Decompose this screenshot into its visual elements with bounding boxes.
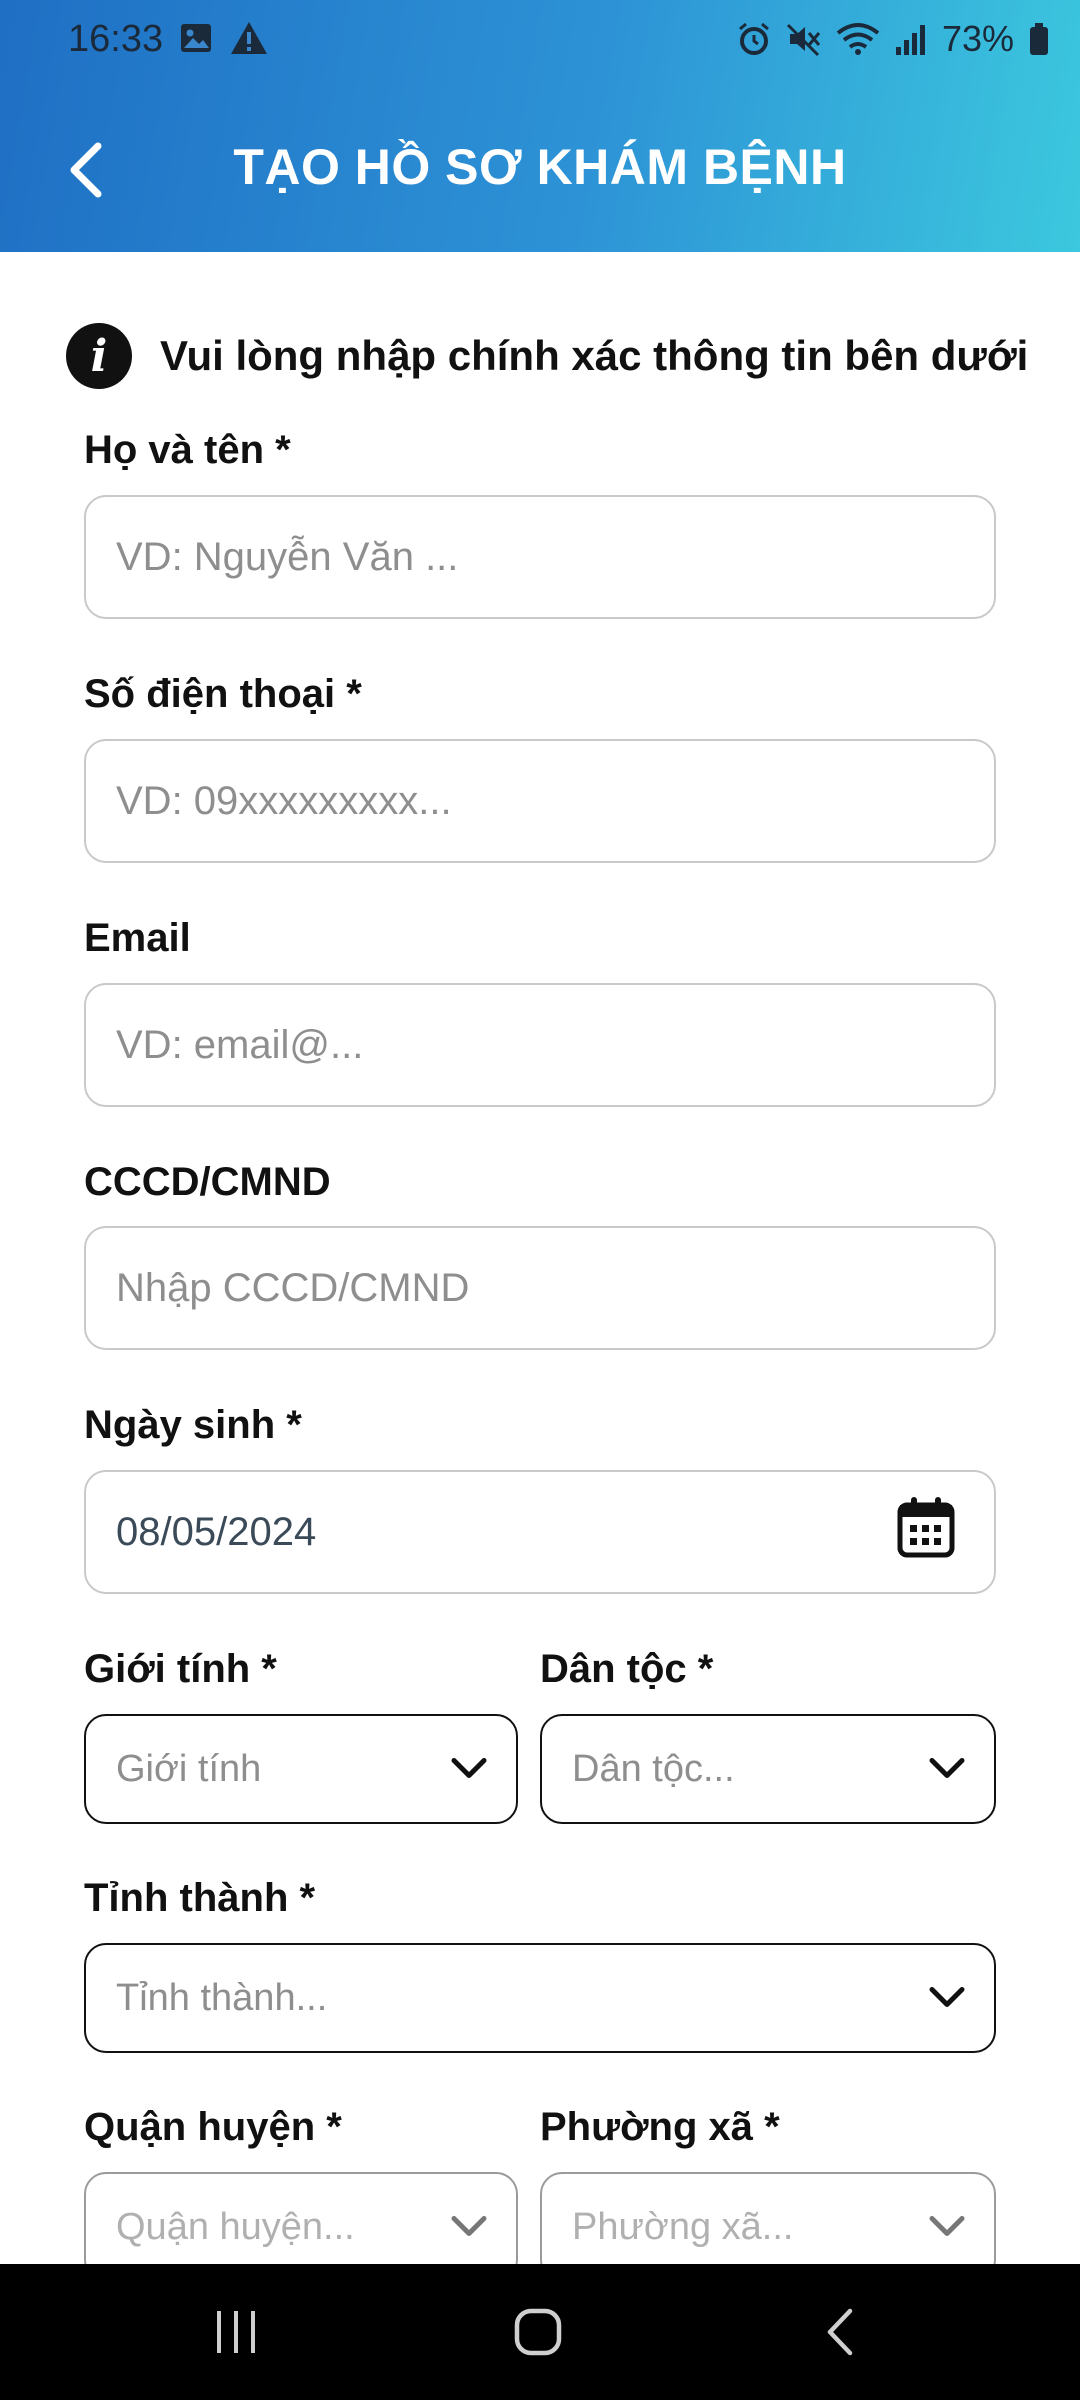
phone-placeholder: VD: 09xxxxxxxxx... bbox=[116, 778, 452, 823]
recents-icon bbox=[217, 2311, 255, 2353]
id-card-placeholder: Nhập CCCD/CMND bbox=[116, 1265, 470, 1310]
battery-level: 73% bbox=[941, 18, 1014, 59]
ward-placeholder: Phường xã... bbox=[572, 2205, 794, 2248]
wifi-icon bbox=[836, 21, 880, 57]
info-icon: i bbox=[66, 323, 132, 389]
ward-label: Phường xã * bbox=[540, 2105, 780, 2149]
gender-placeholder: Giới tính bbox=[116, 1747, 262, 1790]
full-name-placeholder: VD: Nguyễn Văn ... bbox=[116, 534, 459, 579]
chevron-down-icon bbox=[450, 1748, 488, 1791]
page-title: TẠO HỒ SƠ KHÁM BỆNH bbox=[233, 139, 847, 195]
province-select[interactable]: Tỉnh thành... bbox=[84, 1943, 996, 2053]
gender-label: Giới tính * bbox=[84, 1647, 277, 1691]
phone-label: Số điện thoại * bbox=[84, 672, 362, 716]
gender-select[interactable]: Giới tính bbox=[84, 1714, 518, 1824]
system-nav-bar bbox=[0, 2264, 1080, 2400]
ethnicity-placeholder: Dân tộc... bbox=[572, 1747, 735, 1790]
province-label: Tỉnh thành * bbox=[84, 1876, 316, 1920]
email-label: Email bbox=[84, 916, 191, 960]
chevron-down-icon bbox=[928, 1977, 966, 2020]
battery-icon bbox=[1028, 21, 1050, 57]
system-back-button[interactable] bbox=[760, 2264, 920, 2400]
status-time: 16:33 bbox=[68, 18, 164, 60]
recents-button[interactable] bbox=[156, 2264, 316, 2400]
full-name-field[interactable]: VD: Nguyễn Văn ... bbox=[84, 495, 996, 619]
home-icon bbox=[514, 2308, 562, 2356]
birth-date-label: Ngày sinh * bbox=[84, 1403, 302, 1447]
email-field[interactable]: VD: email@... bbox=[84, 983, 996, 1107]
back-icon bbox=[827, 2308, 853, 2356]
full-name-label: Họ và tên * bbox=[84, 428, 291, 472]
signal-icon bbox=[894, 21, 928, 57]
district-placeholder: Quận huyện... bbox=[116, 2205, 355, 2248]
province-placeholder: Tỉnh thành... bbox=[116, 1976, 328, 2019]
phone-field[interactable]: VD: 09xxxxxxxxx... bbox=[84, 739, 996, 863]
image-icon bbox=[178, 20, 214, 65]
ethnicity-label: Dân tộc * bbox=[540, 1647, 714, 1691]
alarm-icon bbox=[736, 21, 772, 57]
id-card-label: CCCD/CMND bbox=[84, 1160, 331, 1204]
id-card-field[interactable]: Nhập CCCD/CMND bbox=[84, 1226, 996, 1350]
app-header: 16:33 73% TẠO HỒ SƠ KHÁM BỆNH bbox=[0, 0, 1080, 252]
chevron-down-icon bbox=[928, 2206, 966, 2249]
district-label: Quận huyện * bbox=[84, 2105, 342, 2149]
calendar-icon[interactable] bbox=[896, 1495, 956, 1569]
alert-triangle-icon bbox=[230, 20, 268, 65]
email-placeholder: VD: email@... bbox=[116, 1022, 364, 1067]
home-button[interactable] bbox=[458, 2264, 618, 2400]
status-bar: 16:33 73% bbox=[0, 0, 1080, 80]
chevron-down-icon bbox=[928, 1748, 966, 1791]
info-message: i Vui lòng nhập chính xác thông tin bên … bbox=[66, 323, 1028, 389]
birth-date-value: 08/05/2024 bbox=[116, 1509, 317, 1554]
chevron-down-icon bbox=[450, 2206, 488, 2249]
info-text: Vui lòng nhập chính xác thông tin bên dư… bbox=[160, 332, 1029, 379]
birth-date-field[interactable]: 08/05/2024 bbox=[84, 1470, 996, 1594]
mute-icon bbox=[786, 21, 822, 57]
ethnicity-select[interactable]: Dân tộc... bbox=[540, 1714, 996, 1824]
